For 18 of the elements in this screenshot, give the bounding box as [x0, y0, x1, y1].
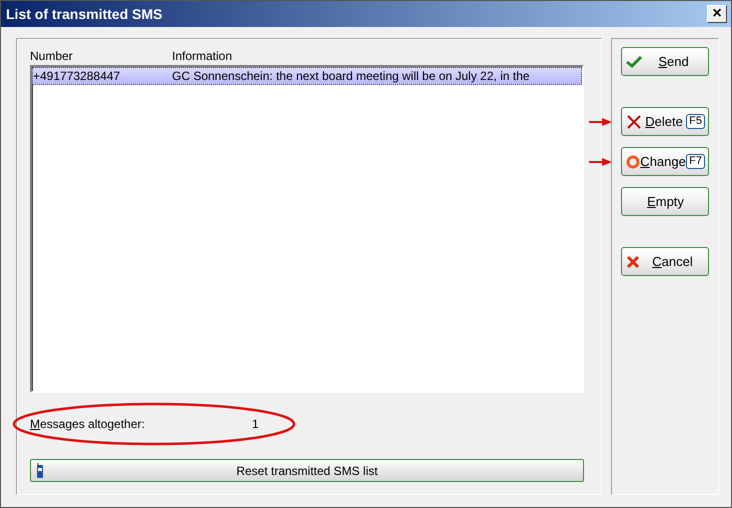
list-row[interactable]: +491773288447 GC Sonnenschein: the next board meeting will be on July 22, in the — [32, 67, 582, 85]
ring-icon — [626, 154, 640, 168]
messages-count: 1 — [252, 417, 259, 431]
shortcut-key: F5 — [686, 114, 705, 129]
cross-icon — [626, 114, 642, 130]
action-button[interactable]: Send — [621, 47, 709, 76]
reset-button[interactable]: Reset transmitted SMS list — [30, 459, 584, 482]
column-header: Number — [30, 49, 74, 63]
check-icon — [626, 56, 642, 68]
window-title: List of transmitted SMS — [6, 6, 162, 22]
column-header: Information — [172, 49, 234, 63]
messages-label: Messages altogether: — [30, 417, 146, 431]
action-button[interactable]: Empty — [621, 187, 709, 216]
shortcut-key: F7 — [686, 154, 705, 169]
phone-icon — [36, 463, 44, 479]
action-button[interactable]: Cancel — [621, 247, 709, 276]
close-button[interactable]: × — [707, 5, 727, 23]
cancel-icon — [626, 254, 640, 268]
